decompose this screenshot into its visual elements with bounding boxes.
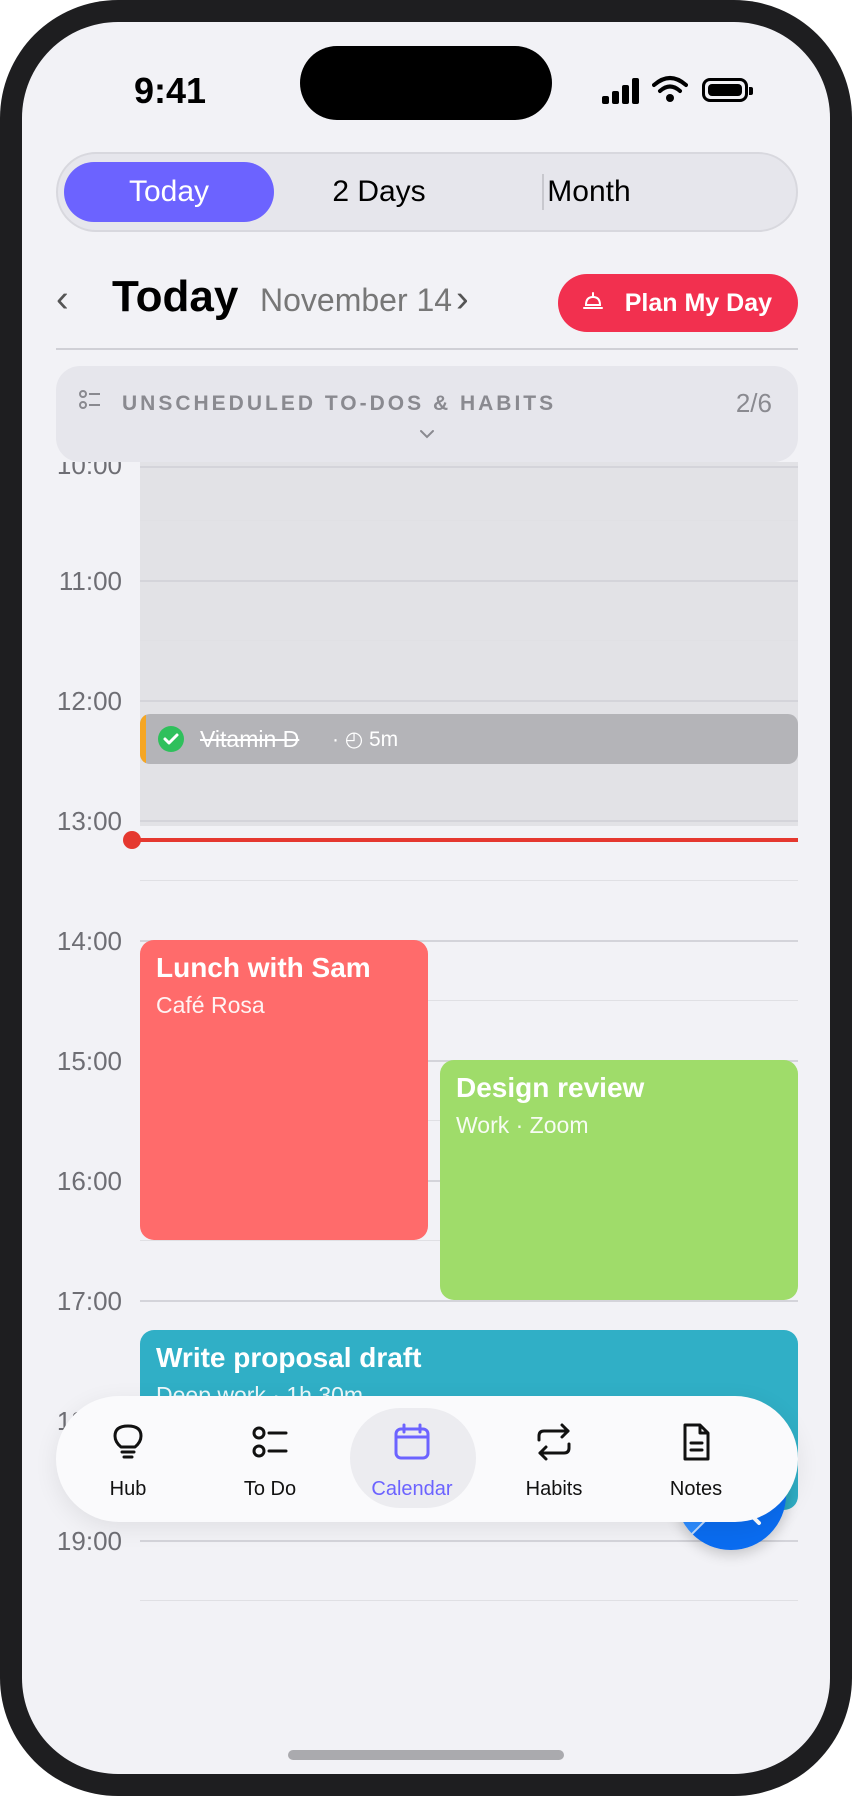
previous-day-button[interactable]: ‹ [56,278,69,321]
half-hour-line [140,1600,798,1601]
chevron-down-icon[interactable] [418,428,436,440]
tab-habits[interactable]: Habits [490,1396,618,1522]
event-lunch-with-sam[interactable]: Lunch with Sam Café Rosa [140,940,428,1240]
past-time-shade [140,462,798,826]
tab-calendar[interactable]: Calendar [348,1396,476,1522]
tab-today[interactable]: Today [64,162,274,222]
hour-label: 15:00 [56,1046,122,1076]
hour-label: 19:00 [56,1526,122,1556]
tab-2-days[interactable]: 2 Days [274,162,484,222]
tab-label: Calendar [371,1478,453,1500]
wifi-icon [652,76,688,102]
lightbulb-icon [113,1424,143,1459]
tab-label: Hub [109,1478,147,1500]
cellular-signal-icon [602,78,642,104]
half-hour-line [140,880,798,881]
tab-month[interactable]: Month [484,162,694,222]
status-time: 9:41 [134,70,207,111]
battery-icon [702,78,753,102]
hour-label: 16:00 [56,1166,122,1196]
event-title: Design review [456,1072,645,1103]
tab-notes[interactable]: Notes [632,1396,760,1522]
habit-accent-bar [140,714,146,764]
hour-line [140,1300,798,1302]
hour-label: 14:00 [56,926,122,956]
hour-line [140,700,798,702]
event-subtitle: Café Rosa [156,992,265,1018]
event-design-review[interactable]: Design review Work · Zoom [440,1060,798,1300]
plan-my-day-button[interactable]: Plan My Day [558,274,798,332]
bell-icon [583,292,603,309]
hour-label: 11:00 [58,566,122,596]
hour-line [140,466,798,468]
unscheduled-label: UNSCHEDULED TO-DOS & HABITS [122,392,557,415]
home-indicator [288,1750,564,1760]
current-time-line [134,838,798,842]
dynamic-island [300,46,552,120]
document-icon [683,1423,710,1461]
habit-item[interactable]: Vitamin D · ◴ 5m [140,714,798,764]
tab-label: To Do [243,1478,297,1500]
hour-label: 10:00 [56,462,122,480]
checkmark-icon[interactable] [158,726,184,752]
tab-label: Habits [525,1478,583,1500]
checklist-icon [252,1426,288,1458]
unscheduled-count: 2/6 [735,388,772,418]
header-divider [56,348,798,350]
event-subtitle: Work · Zoom [456,1112,589,1138]
event-title: Lunch with Sam [156,952,371,983]
phone-frame: 9:41 Today 2 Days Month ‹ Today November… [0,0,852,1796]
bottom-tab-bar: Hub To Do Calendar Habits Notes [56,1396,798,1522]
current-date: November 14 [260,282,453,318]
plan-my-day-label: Plan My Day [624,289,772,317]
event-title: Write proposal draft [156,1342,422,1373]
page-title: Today [112,272,239,321]
next-day-button[interactable]: › [456,278,469,321]
checklist-icon [79,390,100,409]
habit-duration: · ◴ 5m [332,728,399,751]
tab-to-do[interactable]: To Do [206,1396,334,1522]
tab-label: Notes [669,1478,723,1500]
hour-label: 12:00 [56,686,122,716]
unscheduled-panel[interactable]: UNSCHEDULED TO-DOS & HABITS 2/6 [56,366,798,462]
view-switcher: Today 2 Days Month [56,152,798,232]
hour-line [140,580,798,582]
half-hour-line [140,640,798,641]
screen: 9:41 Today 2 Days Month ‹ Today November… [22,22,830,1774]
half-hour-line [140,520,798,521]
hour-label: 17:00 [56,1286,122,1316]
hour-label: 13:00 [56,806,122,836]
habit-name: Vitamin D [200,726,300,752]
repeat-icon [537,1423,571,1461]
hour-line [140,820,798,822]
calendar-icon [394,1423,430,1460]
tab-hub[interactable]: Hub [64,1396,192,1522]
current-time-dot [123,831,141,849]
